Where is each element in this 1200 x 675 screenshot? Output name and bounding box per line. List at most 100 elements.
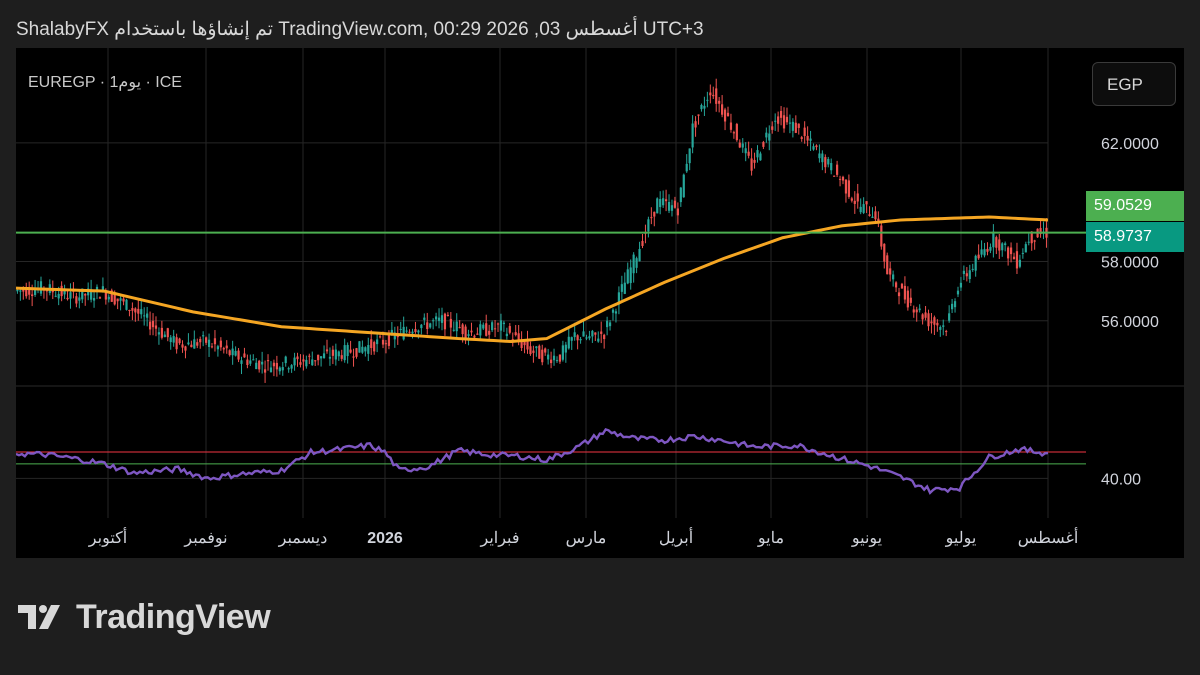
candle-body bbox=[718, 100, 721, 104]
candle-body bbox=[959, 282, 963, 288]
candle-body bbox=[302, 359, 305, 362]
candle-body bbox=[800, 137, 803, 139]
candle-body bbox=[440, 315, 444, 323]
tradingview-logo-icon bbox=[18, 605, 60, 629]
candle-body bbox=[894, 282, 898, 288]
candle-body bbox=[712, 94, 715, 97]
candle-body bbox=[181, 344, 184, 348]
candle-body bbox=[113, 294, 116, 305]
candle-body bbox=[650, 217, 653, 219]
candle-body bbox=[328, 356, 332, 359]
candle-body bbox=[573, 332, 576, 338]
candle-body bbox=[284, 356, 287, 364]
candle-body bbox=[408, 331, 411, 333]
candle-body bbox=[965, 273, 968, 277]
price-axis-label: 56.0000 bbox=[1101, 314, 1159, 331]
candle-body bbox=[750, 158, 753, 171]
candle-body bbox=[682, 174, 685, 198]
candle-body bbox=[269, 367, 273, 373]
candle-body bbox=[844, 179, 848, 194]
candle-body bbox=[541, 349, 544, 363]
candle-body bbox=[148, 321, 152, 330]
candle-body bbox=[564, 344, 567, 353]
rsi-line bbox=[16, 427, 1049, 495]
candle-body bbox=[378, 336, 382, 338]
candle-body bbox=[146, 313, 149, 318]
time-axis-label: أبريل bbox=[659, 527, 693, 547]
chart-attribution-header: ShalabyFX تم إنشاؤها باستخدام TradingVie… bbox=[16, 19, 704, 40]
candle-body bbox=[538, 345, 541, 359]
candle-body bbox=[603, 334, 606, 340]
currency-button[interactable]: EGP bbox=[1092, 62, 1176, 106]
candle-body bbox=[1009, 247, 1013, 255]
candle-body bbox=[364, 347, 367, 352]
candle-body bbox=[205, 337, 208, 343]
candle-body bbox=[774, 120, 777, 122]
candle-body bbox=[514, 332, 517, 336]
candle-body bbox=[836, 164, 839, 175]
chart-panel[interactable]: 62.0000 58.0000 56.0000 40.00 أكتوبر نوفمبر دي… bbox=[16, 48, 1184, 558]
candle-body bbox=[414, 329, 417, 332]
candle-body bbox=[207, 339, 211, 347]
candle-body bbox=[1012, 256, 1016, 260]
candle-body bbox=[287, 368, 290, 370]
candle-body bbox=[918, 308, 921, 311]
candle-body bbox=[936, 322, 939, 326]
candle-body bbox=[771, 126, 774, 130]
candle-body bbox=[933, 317, 936, 325]
candle-body bbox=[579, 339, 582, 341]
candle-body bbox=[956, 290, 960, 295]
candle-body bbox=[193, 339, 196, 349]
candle-body bbox=[125, 299, 128, 310]
candle-body bbox=[930, 321, 933, 324]
candle-body bbox=[1021, 252, 1024, 254]
candle-body bbox=[228, 350, 231, 356]
candle-body bbox=[756, 150, 759, 158]
candle-body bbox=[953, 301, 957, 308]
candle-body bbox=[703, 105, 706, 109]
candle-body bbox=[234, 350, 237, 356]
candle-body bbox=[325, 349, 329, 352]
candle-body bbox=[1027, 241, 1030, 243]
tradingview-logo[interactable]: TradingView bbox=[18, 598, 271, 636]
time-axis-label: أغسطس bbox=[1018, 527, 1079, 547]
candle-body bbox=[865, 201, 868, 205]
candle-body bbox=[263, 369, 267, 373]
chart-canvas[interactable]: 62.0000 58.0000 56.0000 40.00 أكتوبر نوفمبر دي… bbox=[16, 48, 1184, 558]
candle-body bbox=[1018, 259, 1022, 267]
candle-body bbox=[420, 324, 423, 329]
candle-body bbox=[567, 336, 570, 349]
candle-body bbox=[157, 332, 161, 335]
candle-body bbox=[629, 267, 632, 284]
candle-body bbox=[785, 116, 789, 123]
candle-body bbox=[166, 328, 169, 338]
candle-body bbox=[169, 337, 172, 343]
candle-body bbox=[290, 365, 293, 369]
candle-body bbox=[249, 360, 252, 364]
candle-body bbox=[962, 270, 965, 274]
candle-body bbox=[841, 176, 845, 181]
candle-body bbox=[638, 249, 641, 262]
time-axis-label: مارس bbox=[566, 530, 607, 547]
candle-body bbox=[897, 292, 901, 297]
symbol-legend[interactable]: EUREGP · 1يوم · ICE bbox=[28, 72, 182, 92]
candle-body bbox=[1015, 251, 1019, 269]
candle-body bbox=[343, 345, 346, 361]
candle-body bbox=[974, 255, 977, 271]
time-axis-label: 2026 bbox=[367, 530, 403, 547]
candle-body bbox=[505, 333, 508, 337]
candle-body bbox=[92, 298, 96, 301]
candle-body bbox=[237, 350, 240, 360]
candle-body bbox=[437, 317, 441, 321]
candle-body bbox=[154, 325, 158, 329]
candle-body bbox=[107, 296, 110, 300]
candle-body bbox=[762, 142, 765, 147]
candle-body bbox=[266, 360, 270, 362]
candle-body bbox=[482, 324, 485, 329]
candle-body bbox=[473, 335, 476, 338]
candle-body bbox=[122, 298, 125, 302]
candle-body bbox=[373, 342, 376, 352]
candle-body bbox=[405, 330, 408, 332]
candle-body bbox=[906, 290, 909, 308]
candle-body bbox=[508, 326, 511, 333]
